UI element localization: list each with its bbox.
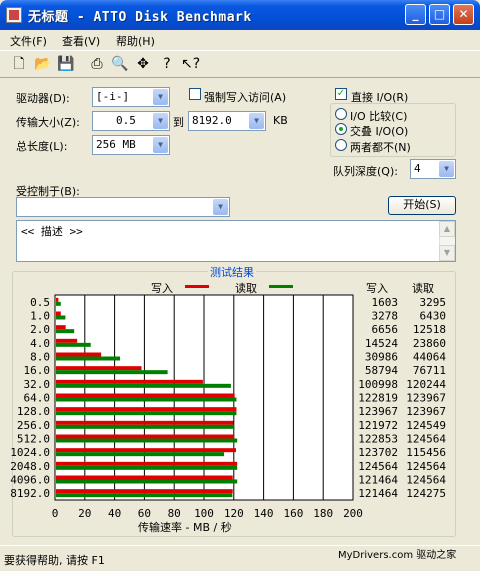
read-value-label: 76711 [413,364,446,377]
write-value-label: 6656 [372,323,399,336]
y-tick-label: 2048.0 [10,460,50,473]
write-bar [56,420,234,425]
y-tick-label: 8.0 [30,351,50,364]
read-value-label: 115456 [406,446,446,459]
read-bar [56,329,75,334]
write-value-label: 121464 [358,487,398,500]
read-value-label: 124275 [406,487,446,500]
write-bar [56,379,203,384]
read-bar [56,465,238,470]
write-value-label: 123967 [358,405,398,418]
read-bar [56,424,235,429]
read-value-label: 124564 [406,433,446,446]
read-bar [56,479,238,484]
status-brand: MyDrivers.com 驱动之家 [338,550,457,561]
write-bar [56,461,238,466]
write-bar [56,297,59,302]
y-tick-label: 256.0 [17,419,50,432]
status-help-text: 要获得帮助, 请按 F1 [4,554,105,567]
x-tick-label: 20 [78,507,91,520]
read-value-label: 124549 [406,419,446,432]
x-tick-label: 40 [108,507,121,520]
write-value-label: 123702 [358,446,398,459]
benchmark-chart: 0 20 40 60 80 100 120 140 160 180 2000.5 1603 32951.… [10,294,447,520]
read-bar [56,452,225,457]
write-bar [56,475,233,480]
read-bar [56,342,91,347]
y-tick-label: 1024.0 [10,446,50,459]
y-tick-label: 1.0 [30,310,50,323]
x-axis-label: 传输速率 - MB / 秒 [138,521,232,534]
write-value-label: 14524 [365,337,398,350]
y-tick-label: 512.0 [17,433,50,446]
write-bar [56,448,236,453]
write-bar [56,338,78,343]
read-value-label: 120244 [406,378,446,391]
write-value-label: 3278 [372,310,399,323]
write-value-label: 121464 [358,474,398,487]
y-tick-label: 64.0 [24,392,51,405]
write-bar [56,407,237,412]
read-bar [56,411,237,416]
write-bar [56,352,102,357]
y-tick-label: 16.0 [24,364,51,377]
read-bar [56,493,233,498]
y-tick-label: 4096.0 [10,474,50,487]
write-bar [56,366,142,371]
read-bar [56,397,237,402]
write-value-label: 122819 [358,392,398,405]
read-value-label: 6430 [420,310,447,323]
write-bar [56,325,66,330]
read-value-label: 12518 [413,323,446,336]
x-tick-label: 180 [313,507,333,520]
x-tick-label: 0 [52,507,59,520]
write-bar [56,393,235,398]
read-bar [56,383,231,388]
y-tick-label: 8192.0 [10,487,50,500]
y-tick-label: 4.0 [30,337,50,350]
read-value-label: 3295 [420,296,447,309]
read-bar [56,356,121,361]
write-bar [56,311,61,316]
write-bar [56,489,233,494]
write-value-label: 121972 [358,419,398,432]
write-value-label: 124564 [358,460,398,473]
write-value-label: 30986 [365,351,398,364]
read-value-label: 44064 [413,351,446,364]
x-tick-label: 200 [343,507,363,520]
read-bar [56,301,61,306]
y-tick-label: 32.0 [24,378,51,391]
y-tick-label: 2.0 [30,323,50,336]
write-value-label: 1603 [372,296,399,309]
write-value-label: 100998 [358,378,398,391]
y-tick-label: 0.5 [30,296,50,309]
read-value-label: 123967 [406,405,446,418]
write-bar [56,434,235,439]
x-tick-label: 140 [254,507,274,520]
write-value-label: 122853 [358,433,398,446]
read-value-label: 123967 [406,392,446,405]
write-value-label: 58794 [365,364,398,377]
read-value-label: 124564 [406,460,446,473]
read-bar [56,315,66,320]
read-value-label: 23860 [413,337,446,350]
y-tick-label: 128.0 [17,405,50,418]
x-tick-label: 160 [283,507,303,520]
read-bar [56,370,168,375]
read-bar [56,438,238,443]
read-value-label: 124564 [406,474,446,487]
